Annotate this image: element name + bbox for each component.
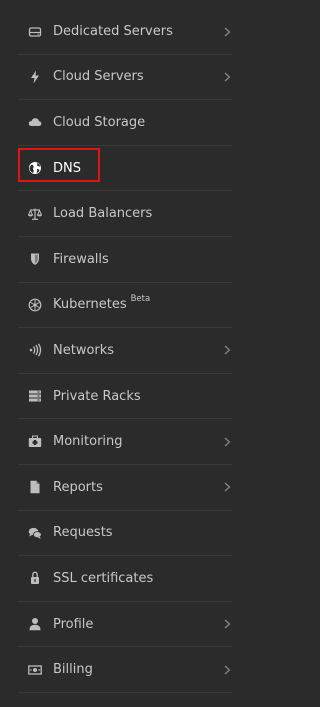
sidebar-item-cloud-servers[interactable]: Cloud Servers <box>18 55 232 101</box>
sidebar-item-private-racks[interactable]: Private Racks <box>18 374 232 420</box>
sidebar-item-label: Billing <box>53 662 93 678</box>
chat-icon <box>28 526 42 540</box>
sidebar-item-billing[interactable]: Billing <box>18 647 232 693</box>
sidebar-item-label: Kubernetes <box>53 297 127 313</box>
sidebar-item-label: SSL certificates <box>53 570 154 586</box>
user-icon <box>28 617 42 631</box>
document-icon <box>28 480 42 494</box>
monitor-icon <box>28 435 42 449</box>
chevron-right-icon <box>222 27 232 37</box>
sidebar-item-label: Load Balancers <box>53 206 153 222</box>
sidebar-item-networks[interactable]: Networks <box>18 328 232 374</box>
helm-icon <box>28 298 42 312</box>
beta-badge: Beta <box>130 293 151 304</box>
server-icon <box>28 25 42 39</box>
cloud-icon <box>28 115 42 129</box>
sidebar-item-label: Dedicated Servers <box>53 24 173 40</box>
sidebar-item-label: Private Racks <box>53 388 141 404</box>
sidebar-item-label: Profile <box>53 616 94 632</box>
chevron-right-icon <box>222 665 232 675</box>
sidebar-item-monitoring[interactable]: Monitoring <box>18 419 232 465</box>
sidebar-item-kubernetes[interactable]: Kubernetes Beta <box>18 283 232 329</box>
sidebar-item-label: DNS <box>53 160 81 176</box>
sidebar-item-profile[interactable]: Profile <box>18 602 232 648</box>
chevron-right-icon <box>222 482 232 492</box>
sidebar-item-label: Cloud Servers <box>53 69 144 85</box>
chevron-right-icon <box>222 72 232 82</box>
signal-icon <box>28 343 42 358</box>
sidebar-nav: Dedicated Servers Cloud Servers Cloud St… <box>0 0 250 707</box>
money-icon <box>28 663 42 677</box>
sidebar-item-label: Requests <box>53 525 113 541</box>
sidebar-item-label: Monitoring <box>53 434 123 450</box>
sidebar-item-label: Networks <box>53 342 115 358</box>
sidebar-item-load-balancers[interactable]: Load Balancers <box>18 191 232 237</box>
sidebar-item-firewalls[interactable]: Firewalls <box>18 237 232 283</box>
rack-icon <box>28 389 42 403</box>
sidebar-item-reports[interactable]: Reports <box>18 465 232 511</box>
sidebar-item-requests[interactable]: Requests <box>18 511 232 557</box>
scale-icon <box>28 207 42 221</box>
chevron-right-icon <box>222 345 232 355</box>
chevron-right-icon <box>222 619 232 629</box>
sidebar-item-label: Firewalls <box>53 251 109 267</box>
chevron-right-icon <box>222 437 232 447</box>
sidebar-item-ssl-certificates[interactable]: SSL certificates <box>18 556 232 602</box>
globe-icon <box>28 161 42 175</box>
sidebar-menu: Dedicated Servers Cloud Servers Cloud St… <box>0 0 250 693</box>
sidebar-item-cloud-storage[interactable]: Cloud Storage <box>18 100 232 146</box>
shield-icon <box>28 252 42 266</box>
sidebar-item-dedicated-servers[interactable]: Dedicated Servers <box>18 10 232 55</box>
bolt-icon <box>28 70 42 84</box>
sidebar-item-label: Cloud Storage <box>53 114 146 130</box>
sidebar-item-label: Reports <box>53 479 103 495</box>
certificate-icon <box>28 571 42 585</box>
sidebar-item-dns[interactable]: DNS <box>18 146 232 192</box>
